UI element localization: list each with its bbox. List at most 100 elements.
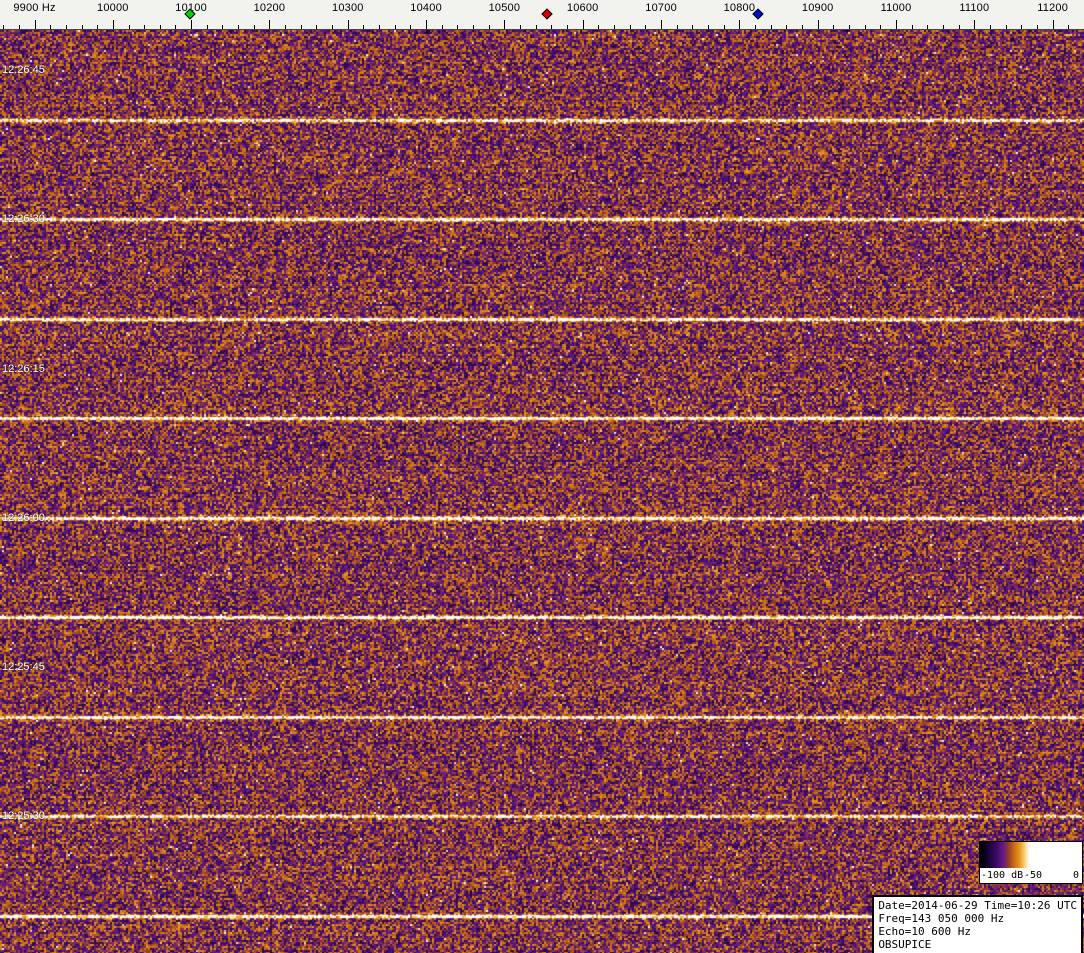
ruler-minor-tick: [300, 25, 302, 29]
ruler-minor-tick: [488, 25, 490, 29]
time-label: 12:26:30: [2, 213, 45, 226]
ruler-tick-label: 10200: [253, 2, 286, 14]
ruler-minor-tick: [645, 25, 647, 29]
ruler-minor-tick: [692, 25, 694, 29]
ruler-tick-label: 10800: [723, 2, 756, 14]
waterfall-area: 12:26:45 12:26:30 12:26:15 12:26:00 12:25:45…: [0, 30, 1084, 953]
info-line: Date=2014-06-29 Time=10:26 UTC: [878, 899, 1077, 912]
time-label: 12:25:45: [2, 661, 45, 673]
ruler-minor-tick: [65, 25, 67, 29]
ruler-minor-tick: [285, 25, 287, 29]
ruler-minor-tick: [943, 25, 944, 29]
ruler-tick-label: 11100: [959, 2, 990, 14]
ruler-major-tick: [896, 20, 897, 29]
spectrum-lab-window: 9900 Hz 10000 10100 10200 10300 10400 10500 106…: [0, 0, 1084, 953]
ruler-minor-tick: [50, 25, 52, 29]
frequency-ruler[interactable]: 9900 Hz 10000 10100 10200 10300 10400 10500 106…: [0, 0, 1084, 30]
ruler-minor-tick: [457, 25, 459, 29]
ruler-tick-label: 10300: [332, 2, 364, 14]
ruler-tick-label: 10700: [645, 2, 677, 14]
ruler-minor-tick: [332, 25, 334, 29]
ruler-tick-label: 10600: [566, 2, 599, 14]
ruler-major-tick: [426, 20, 428, 29]
ruler-minor-tick: [880, 25, 882, 29]
time-label: 12:26:45: [2, 64, 45, 76]
ruler-major-tick: [1052, 20, 1054, 29]
ruler-minor-tick: [770, 25, 772, 29]
ruler-minor-tick: [18, 25, 20, 29]
ruler-minor-tick: [849, 25, 850, 29]
ruler-minor-tick: [128, 25, 130, 29]
ruler-minor-tick: [81, 25, 83, 29]
ruler-minor-tick: [316, 25, 318, 29]
ruler-minor-tick: [363, 25, 365, 29]
legend-mid-label: -50: [1024, 870, 1043, 881]
ruler-minor-tick: [238, 25, 240, 29]
ruler-minor-tick: [3, 25, 5, 29]
ruler-major-tick: [191, 20, 193, 29]
ruler-major-tick: [347, 20, 349, 29]
ruler-minor-tick: [786, 25, 788, 29]
ruler-minor-tick: [1005, 25, 1007, 29]
ruler-major-tick: [661, 20, 663, 29]
ruler-major-tick: [582, 20, 584, 29]
legend-min-label: -100 dB: [981, 870, 1024, 881]
ruler-minor-tick: [927, 25, 929, 29]
ruler-major-tick: [504, 20, 506, 29]
ruler-minor-tick: [1037, 25, 1038, 29]
ruler-minor-tick: [598, 25, 600, 29]
ruler-major-tick: [817, 20, 819, 29]
ruler-minor-tick: [911, 25, 913, 29]
red-frequency-marker-icon[interactable]: [540, 8, 553, 20]
ruler-minor-tick: [755, 25, 756, 29]
ruler-tick-label: 10400: [410, 2, 442, 14]
time-label: 12:26:15: [2, 362, 45, 375]
ruler-minor-tick: [629, 25, 631, 29]
info-line: Freq=143 050 000 Hz: [878, 912, 1005, 925]
ruler-minor-tick: [990, 25, 991, 29]
ruler-minor-tick: [833, 25, 835, 29]
ruler-minor-tick: [535, 25, 537, 29]
ruler-minor-tick: [410, 25, 412, 29]
ruler-major-tick: [739, 20, 741, 29]
ruler-tick-label: 10900: [801, 2, 834, 14]
ruler-minor-tick: [394, 25, 396, 29]
status-info-box: Date=2014-06-29 Time=10:26 UTC Freq=143 0…: [872, 895, 1083, 953]
ruler-minor-tick: [144, 25, 146, 29]
legend-max-label: 0: [1072, 870, 1079, 881]
ruler-minor-tick: [708, 25, 709, 29]
ruler-minor-tick: [253, 25, 255, 29]
ruler-minor-tick: [551, 25, 553, 29]
time-label: 12:26:00: [2, 511, 45, 524]
amplitude-color-legend: -100 dB -50 0: [979, 841, 1083, 884]
ruler-major-tick: [112, 20, 114, 29]
ruler-minor-tick: [864, 25, 866, 29]
ruler-major-tick: [974, 20, 976, 29]
ruler-minor-tick: [723, 25, 725, 29]
info-line: Echo=10 600 Hz: [878, 925, 972, 938]
ruler-minor-tick: [159, 25, 161, 29]
ruler-minor-tick: [1068, 25, 1070, 29]
ruler-minor-tick: [97, 25, 99, 29]
waterfall-spectrogram-canvas[interactable]: [0, 30, 1084, 953]
legend-gradient-bar: [980, 842, 1082, 868]
ruler-tick-label: 10500: [488, 2, 521, 14]
ruler-minor-tick: [379, 25, 381, 29]
info-line: OBSUPICE: [878, 938, 932, 951]
ruler-minor-tick: [441, 25, 443, 29]
ruler-minor-tick: [958, 25, 960, 29]
ruler-tick-label: 11000: [880, 2, 912, 14]
ruler-tick-label: 10000: [97, 2, 129, 14]
ruler-minor-tick: [802, 25, 803, 29]
ruler-tick-label: 11200: [1037, 2, 1069, 14]
ruler-minor-tick: [175, 25, 177, 29]
ruler-minor-tick: [567, 25, 569, 29]
ruler-minor-tick: [473, 25, 475, 29]
ruler-major-tick: [34, 20, 36, 29]
ruler-minor-tick: [206, 25, 208, 29]
ruler-minor-tick: [614, 25, 616, 29]
time-label: 12:25:30: [2, 810, 45, 823]
ruler-minor-tick: [676, 25, 678, 29]
ruler-major-tick: [269, 20, 271, 29]
legend-labels: -100 dB -50 0: [980, 868, 1082, 883]
